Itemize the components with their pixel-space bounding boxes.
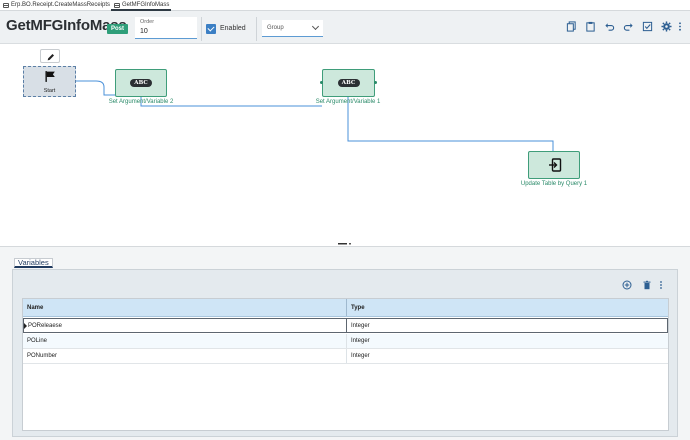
paste-icon	[585, 21, 595, 32]
output-port[interactable]	[374, 81, 377, 84]
divider	[256, 17, 257, 41]
redo-button[interactable]	[622, 20, 634, 32]
enabled-label: Enabled	[220, 25, 246, 32]
column-header-name[interactable]: Name	[23, 299, 346, 317]
activity-box[interactable]: ABC	[115, 69, 167, 97]
overflow-menu-icon	[679, 21, 681, 31]
activity-label: Update Table by Query 1	[520, 181, 588, 187]
paste-button[interactable]	[584, 20, 596, 32]
group-placeholder: Group	[267, 25, 284, 31]
cell-type[interactable]: Integer	[347, 334, 667, 349]
start-label: Start	[43, 88, 56, 94]
copy-button[interactable]	[565, 20, 577, 32]
document-icon	[114, 3, 120, 8]
enabled-checkbox[interactable]	[206, 24, 216, 34]
redo-icon	[623, 22, 633, 31]
validate-icon	[642, 21, 652, 31]
input-port[interactable]	[320, 81, 323, 84]
update-table-icon	[549, 158, 562, 172]
tab-label: GetMFGInfoMass	[122, 2, 170, 8]
variables-section: Variables Name Type POReleaese Integer P…	[0, 246, 690, 440]
pencil-icon	[47, 54, 54, 61]
tab-label: Erp.BO.Receipt.CreateMassReceipts	[11, 2, 111, 8]
designer-window: Erp.BO.Receipt.CreateMassReceipts GetMFG…	[0, 0, 690, 440]
delete-icon	[643, 280, 651, 290]
panel-splitter-handle[interactable]	[338, 243, 352, 245]
overflow-menu-button[interactable]	[676, 20, 684, 32]
order-label: Order	[140, 19, 155, 25]
cell-type[interactable]: Integer	[347, 349, 667, 364]
connector-set1-to-update[interactable]	[347, 97, 554, 151]
cell-name[interactable]: POLine	[23, 334, 346, 349]
delete-variable-button[interactable]	[642, 277, 652, 290]
settings-icon	[660, 20, 672, 32]
add-circle-icon	[622, 280, 632, 290]
cell-type[interactable]: Integer	[347, 319, 667, 334]
abc-icon: ABC	[130, 79, 152, 87]
tab-getmfginfomass[interactable]: GetMFGInfoMass	[111, 0, 171, 11]
workflow-canvas[interactable]: Start ABC Set Argument/Variable 2 ABC Se…	[0, 45, 690, 245]
validate-button[interactable]	[641, 20, 653, 32]
activity-label: Set Argument/Variable 1	[315, 99, 381, 105]
grid-header: Name Type	[23, 299, 668, 317]
column-header-type[interactable]: Type	[347, 299, 667, 317]
abc-icon: ABC	[337, 79, 360, 87]
cell-name[interactable]: PONumber	[23, 349, 346, 364]
chevron-down-icon	[311, 22, 320, 31]
flag-icon	[45, 71, 55, 82]
order-value: 10	[140, 28, 148, 35]
tab-create-mass-receipts[interactable]: Erp.BO.Receipt.CreateMassReceipts	[0, 0, 110, 11]
activity-box[interactable]	[528, 151, 580, 179]
undo-icon	[604, 22, 614, 31]
group-select[interactable]: Group	[262, 20, 323, 37]
status-badge: Post	[107, 24, 129, 34]
undo-button[interactable]	[603, 20, 615, 32]
settings-button[interactable]	[660, 20, 672, 32]
edit-button[interactable]	[40, 49, 60, 63]
cell-name[interactable]: POReleaese	[24, 319, 346, 334]
order-field[interactable]: Order 10	[135, 17, 197, 39]
activity-box[interactable]: ABC	[322, 69, 375, 97]
table-row[interactable]: PONumber Integer	[23, 349, 668, 364]
document-icon	[3, 3, 9, 8]
variables-grid: Name Type POReleaese Integer POLine Inte…	[22, 298, 669, 431]
table-row[interactable]: POReleaese Integer	[23, 318, 668, 333]
add-variable-button[interactable]	[622, 277, 632, 290]
table-row[interactable]: POLine Integer	[23, 334, 668, 349]
divider	[201, 17, 202, 41]
more-options-button[interactable]	[659, 277, 665, 289]
activity-label: Set Argument/Variable 2	[108, 99, 174, 105]
directive-header: GetMFGInfoMass Post Order 10 Enabled Gro…	[0, 11, 690, 44]
variables-panel: Name Type POReleaese Integer POLine Inte…	[12, 269, 678, 437]
connector-start-to-set2[interactable]	[76, 80, 115, 96]
copy-icon	[566, 20, 576, 32]
document-tab-strip: Erp.BO.Receipt.CreateMassReceipts GetMFG…	[0, 0, 690, 11]
start-node[interactable]: Start	[23, 66, 76, 97]
more-vertical-icon	[660, 281, 662, 289]
tab-variables[interactable]: Variables	[14, 258, 53, 268]
